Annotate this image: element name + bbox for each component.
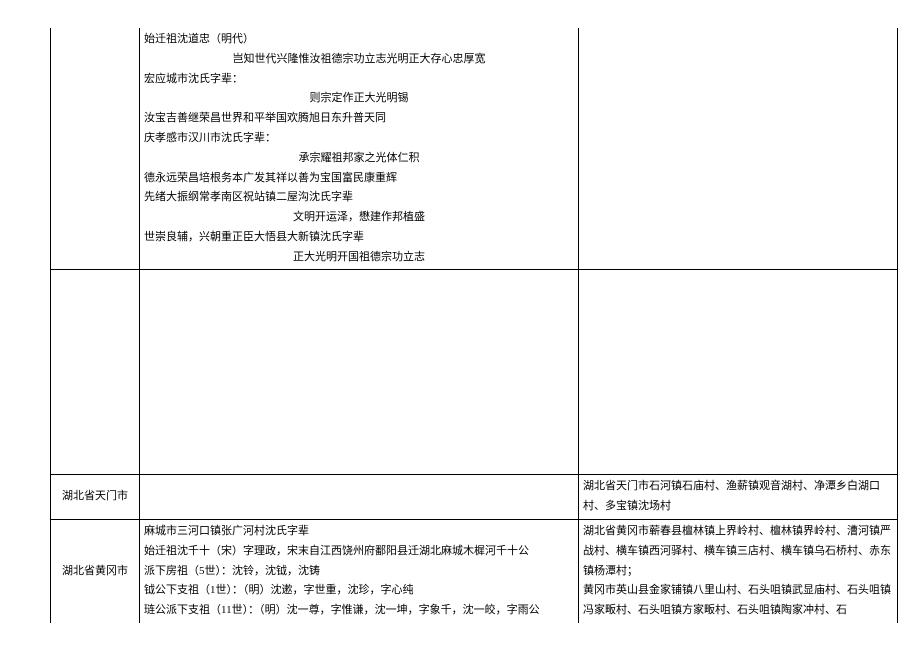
text: 湖北省天门市 [62, 490, 128, 502]
cell-region: 湖北省黄冈市 [51, 520, 140, 623]
text-line: 先绪大振纲常孝南区祝站镇二屋沟沈氏字辈 [144, 188, 574, 208]
text-line: 始迁祖沈千十（宋）字理政，宋末自江西饶州府鄱阳县迁湖北麻城木樨河千十公 [144, 542, 574, 562]
cell-region: 湖北省天门市 [51, 475, 140, 520]
table-row [51, 270, 898, 475]
text-line: 汝宝吉善继荣昌世界和平举国欢腾旭日东升普天同 [144, 109, 574, 129]
cell-locations [579, 270, 898, 475]
text-line: 派下房祖（5世）：沈铃，沈钺，沈铸 [144, 562, 574, 582]
text-line: 世崇良辅，兴朝重正臣大悟县大新镇沈氏字辈 [144, 228, 574, 248]
text-line: 钺公下支祖（1世）：（明）沈遬，字世重，沈珍，字心纯 [144, 581, 574, 601]
text-line: 德永远荣昌培根务本广发其祥以善为宝国富民康重辉 [144, 169, 574, 189]
text: 湖北省黄冈市蕲春县檀林镇上界岭村、檀林镇界岭村、漕河镇严战村、横车镇西河驿村、横… [583, 525, 891, 616]
cell-locations: 湖北省天门市石河镇石庙村、渔薪镇观音湖村、净潭乡白湖口村、多宝镇沈场村 [579, 475, 898, 520]
text: 湖北省黄冈市 [62, 565, 128, 577]
text-line: 则宗定作正大光明锡 [144, 89, 574, 109]
main-table: 始迁祖沈道忠（明代） 岂知世代兴隆惟汝祖德宗功立志光明正大存心忠厚宽 宏应城市沈… [50, 28, 898, 623]
cell-locations [579, 28, 898, 270]
document-page: 始迁祖沈道忠（明代） 岂知世代兴隆惟汝祖德宗功立志光明正大存心忠厚宽 宏应城市沈… [50, 28, 870, 623]
text: 湖北省天门市石河镇石庙村、渔薪镇观音湖村、净潭乡白湖口村、多宝镇沈场村 [583, 480, 880, 512]
cell-content: 麻城市三河口镇张广河村沈氏字辈 始迁祖沈千十（宋）字理政，宋末自江西饶州府鄱阳县… [140, 520, 579, 623]
cell-content: 始迁祖沈道忠（明代） 岂知世代兴隆惟汝祖德宗功立志光明正大存心忠厚宽 宏应城市沈… [140, 28, 579, 270]
text-line: 始迁祖沈道忠（明代） [144, 30, 574, 50]
cell-region [51, 28, 140, 270]
text-line: 正大光明开国祖德宗功立志 [144, 248, 574, 268]
text-line: 岂知世代兴隆惟汝祖德宗功立志光明正大存心忠厚宽 [144, 50, 574, 70]
text-line: 麻城市三河口镇张广河村沈氏字辈 [144, 522, 574, 542]
text-line: 承宗耀祖邦家之光体仁积 [144, 149, 574, 169]
cell-region [51, 270, 140, 475]
text-line: 宏应城市沈氏字辈： [144, 70, 574, 90]
table-row: 湖北省黄冈市 麻城市三河口镇张广河村沈氏字辈 始迁祖沈千十（宋）字理政，宋末自江… [51, 520, 898, 623]
cell-content [140, 475, 579, 520]
text-line: 庆孝感市汉川市沈氏字辈： [144, 129, 574, 149]
table-row: 湖北省天门市 湖北省天门市石河镇石庙村、渔薪镇观音湖村、净潭乡白湖口村、多宝镇沈… [51, 475, 898, 520]
text-line: 文明开运泽，懋建作邦植盛 [144, 208, 574, 228]
cell-locations: 湖北省黄冈市蕲春县檀林镇上界岭村、檀林镇界岭村、漕河镇严战村、横车镇西河驿村、横… [579, 520, 898, 623]
text-line: 琏公派下支祖（11世）：（明）沈一尊，字惟谦，沈一坤，字象千，沈一皎，字雨公 [144, 601, 574, 621]
table-row: 始迁祖沈道忠（明代） 岂知世代兴隆惟汝祖德宗功立志光明正大存心忠厚宽 宏应城市沈… [51, 28, 898, 270]
cell-content [140, 270, 579, 475]
